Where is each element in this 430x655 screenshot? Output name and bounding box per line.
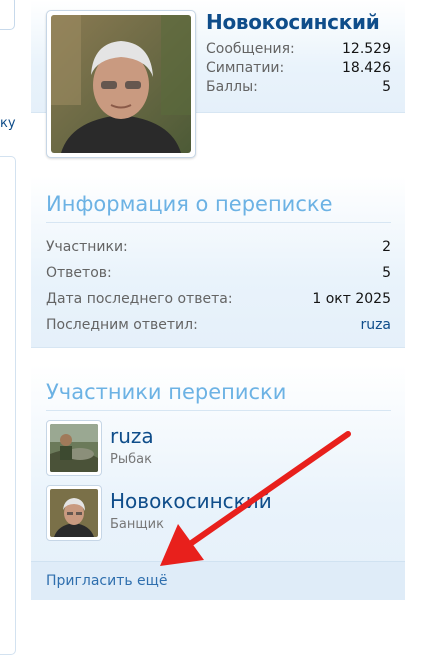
stat-label: Баллы:: [206, 79, 258, 95]
invite-more-link[interactable]: Пригласить ещё: [46, 573, 167, 589]
thread-info-heading: Информация о переписке: [46, 192, 391, 223]
info-row-last-reply-date: Дата последнего ответа: 1 окт 2025: [46, 286, 391, 312]
info-label: Дата последнего ответа:: [46, 291, 233, 307]
participant-name-link[interactable]: ruza: [110, 424, 154, 448]
left-edge-panel: [0, 0, 15, 30]
thread-info-list: Участники: 2 Ответов: 5 Дата последнего …: [46, 234, 391, 338]
stat-value[interactable]: 12.529: [342, 40, 391, 59]
stat-value[interactable]: 5: [382, 78, 391, 97]
info-row-replies: Ответов: 5: [46, 260, 391, 286]
stat-row-points: Баллы: 5: [206, 78, 391, 97]
info-row-participants: Участники: 2: [46, 234, 391, 260]
participant-avatar[interactable]: [46, 420, 102, 476]
stat-row-likes: Симпатии: 18.426: [206, 59, 391, 78]
profile-avatar-image: [51, 15, 191, 153]
info-value: 5: [382, 265, 391, 281]
participant-item: ruza Рыбак: [46, 420, 391, 478]
participant-name-link[interactable]: Новокосинский: [110, 489, 272, 513]
profile-name-link[interactable]: Новокосинский: [206, 10, 380, 34]
thread-info-block: Информация о переписке Участники: 2 Отве…: [31, 176, 405, 348]
participant-item: Новокосинский Банщик: [46, 485, 391, 543]
info-value: 2: [382, 239, 391, 255]
stat-row-messages: Сообщения: 12.529: [206, 40, 391, 59]
left-partial-link[interactable]: ку: [0, 116, 16, 131]
profile-block: Новокосинский Сообщения: 12.529 Симпатии…: [31, 0, 405, 158]
info-label: Ответов:: [46, 265, 112, 281]
info-label: Участники:: [46, 239, 128, 255]
participants-footer: Пригласить ещё: [31, 561, 405, 600]
participant-avatar[interactable]: [46, 485, 102, 541]
info-label: Последним ответил:: [46, 317, 198, 333]
profile-stats: Сообщения: 12.529 Симпатии: 18.426 Баллы…: [206, 40, 391, 97]
stat-label: Сообщения:: [206, 41, 295, 57]
info-value: 1 окт 2025: [312, 291, 391, 307]
stat-label: Симпатии:: [206, 60, 285, 76]
profile-avatar[interactable]: [46, 10, 196, 158]
left-edge-panel-lower: [0, 156, 16, 655]
last-replier-link[interactable]: ruza: [360, 312, 391, 338]
participant-title: Рыбак: [110, 452, 152, 467]
info-row-last-replier: Последним ответил: ruza: [46, 312, 391, 338]
participant-title: Банщик: [110, 517, 164, 532]
stat-value[interactable]: 18.426: [342, 59, 391, 78]
participants-heading: Участники переписки: [46, 380, 391, 411]
participants-block: Участники переписки ruza Рыбак Новокосин…: [31, 364, 405, 600]
